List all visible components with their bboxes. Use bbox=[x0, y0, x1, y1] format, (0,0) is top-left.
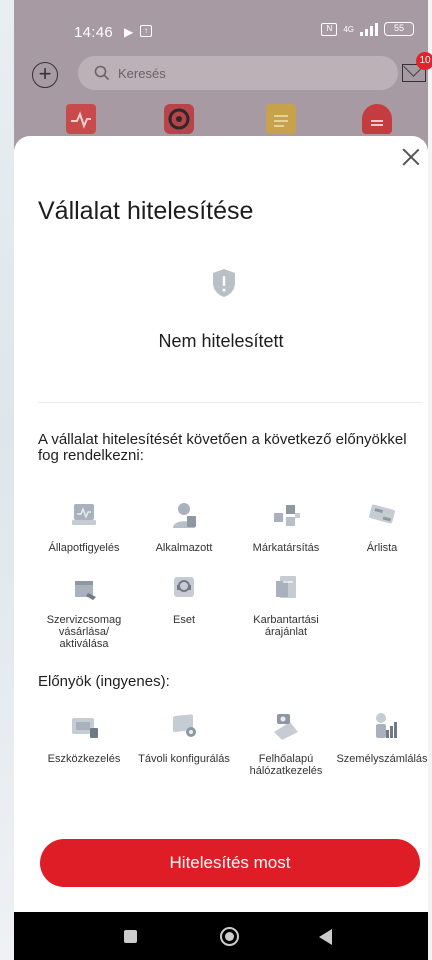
mail-badge: 10 bbox=[416, 52, 432, 70]
close-icon[interactable] bbox=[402, 148, 420, 166]
feature-item[interactable]: Alkalmazott bbox=[134, 501, 234, 554]
case-icon bbox=[174, 577, 194, 597]
search-placeholder: Keresés bbox=[118, 65, 166, 81]
play-icon: ▶ bbox=[124, 25, 134, 39]
people-counting-icon bbox=[376, 713, 397, 738]
feature-item[interactable]: Márkatársítás bbox=[236, 501, 336, 554]
pulse-icon bbox=[71, 111, 91, 129]
divider bbox=[38, 402, 422, 403]
network-type: 4G bbox=[343, 24, 354, 34]
free-feature-item[interactable]: Eszközkezelés bbox=[34, 712, 134, 765]
nfc-icon: N bbox=[321, 22, 338, 36]
feature-label: Árlista bbox=[366, 542, 398, 554]
monitoring-icon bbox=[72, 504, 96, 525]
recents-button[interactable] bbox=[124, 930, 137, 943]
feature-item[interactable]: Árlista bbox=[332, 501, 432, 554]
system-nav-bar bbox=[14, 912, 428, 960]
verification-sheet: Vállalat hitelesítése Nem hitelesített A… bbox=[14, 136, 428, 912]
status-indicators: N 4G 55 bbox=[321, 22, 414, 36]
feature-label: Szervizcsomag vásárlása/ aktiválása bbox=[46, 614, 122, 650]
feature-label: Márkatársítás bbox=[252, 542, 320, 554]
maintenance-quote-icon bbox=[276, 576, 296, 598]
device-management-icon bbox=[72, 718, 98, 738]
search-icon bbox=[94, 65, 110, 81]
verify-now-button[interactable]: Hitelesítés most bbox=[40, 839, 420, 887]
add-button[interactable]: + bbox=[32, 62, 58, 88]
free-feature-item[interactable]: Felhőalapú hálózatkezelés bbox=[236, 712, 336, 777]
battery-icon: 55 bbox=[384, 22, 414, 36]
background-strip-right bbox=[428, 0, 432, 960]
search-bar[interactable]: Keresés bbox=[78, 56, 398, 90]
free-feature-label: Személyszámlálás bbox=[336, 753, 428, 765]
clipboard-icon bbox=[274, 115, 288, 127]
signal-icon bbox=[360, 22, 378, 36]
feature-label: Karbantartási árajánlat bbox=[253, 614, 319, 638]
free-feature-label: Felhőalapú hálózatkezelés bbox=[249, 753, 323, 777]
free-feature-item[interactable]: Távoli konfigurálás bbox=[134, 712, 234, 765]
feature-item[interactable]: Szervizcsomag vásárlása/ aktiválása bbox=[34, 573, 134, 650]
feature-item[interactable]: Eset bbox=[134, 573, 234, 626]
app-background: 14:46 ▶ ↑ N 4G 55 + Keresés 10 bbox=[14, 0, 432, 150]
home-button[interactable] bbox=[220, 927, 239, 946]
brand-association-icon bbox=[274, 505, 300, 526]
cloud-icon bbox=[371, 120, 383, 126]
back-button[interactable] bbox=[319, 929, 332, 945]
feature-item[interactable]: Karbantartási árajánlat bbox=[236, 573, 336, 638]
app-shortcut-monitor[interactable] bbox=[66, 104, 96, 134]
verification-status: Nem hitelesített bbox=[158, 331, 284, 351]
app-shortcut-notes[interactable] bbox=[266, 104, 296, 134]
status-bar: 14:46 ▶ ↑ N 4G 55 bbox=[14, 0, 428, 62]
feature-item[interactable]: Állapotfigyelés bbox=[34, 501, 134, 554]
app-shortcut-record[interactable] bbox=[164, 104, 194, 134]
notification-icon: ↑ bbox=[140, 25, 152, 37]
app-shortcut-cloud[interactable] bbox=[362, 104, 392, 134]
price-list-icon bbox=[369, 504, 395, 524]
free-feature-label: Távoli konfigurálás bbox=[138, 753, 230, 765]
employee-icon bbox=[173, 503, 196, 528]
record-icon bbox=[168, 108, 190, 130]
status-time: 14:46 bbox=[74, 24, 114, 41]
feature-label: Állapotfigyelés bbox=[48, 542, 120, 554]
cloud-network-icon bbox=[274, 714, 298, 740]
page-title: Vállalat hitelesítése bbox=[38, 197, 254, 225]
shield-icon bbox=[213, 269, 235, 297]
free-benefits-heading: Előnyök (ingyenes): bbox=[38, 673, 170, 690]
free-feature-item[interactable]: Személyszámlálás bbox=[332, 712, 432, 765]
benefits-intro: A vállalat hitelesítését követően a köve… bbox=[38, 431, 407, 464]
service-package-icon bbox=[75, 581, 96, 600]
feature-label: Alkalmazott bbox=[155, 542, 213, 554]
free-feature-label: Eszközkezelés bbox=[47, 753, 121, 765]
feature-label: Eset bbox=[172, 614, 195, 626]
background-strip bbox=[0, 0, 14, 960]
remote-config-icon bbox=[173, 714, 196, 737]
